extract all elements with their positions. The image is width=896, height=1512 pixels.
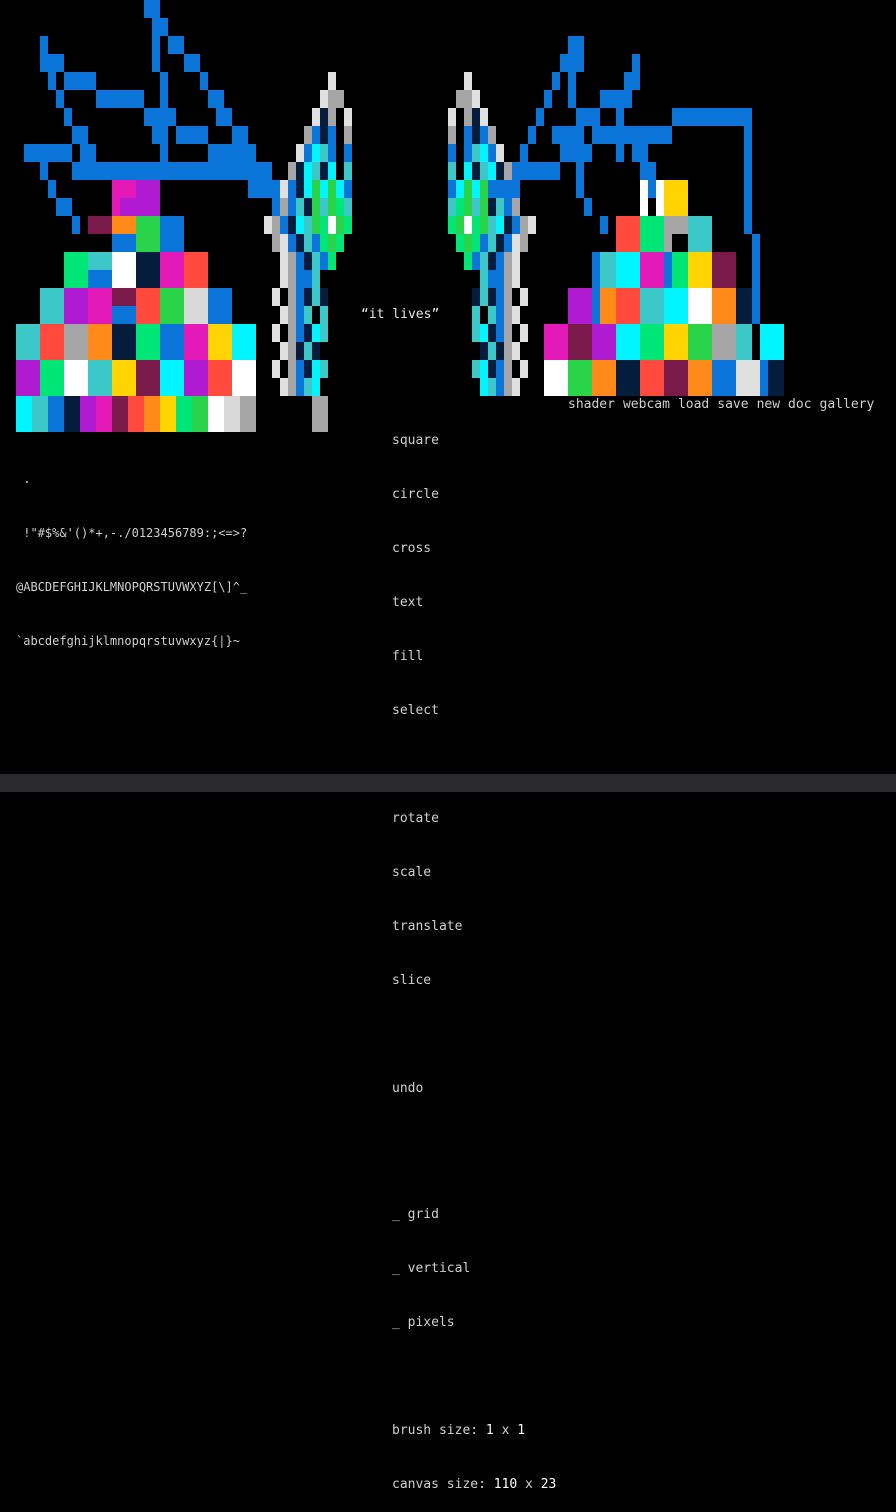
character-palette[interactable]: . !"#$%&'()*+,-./0123456789:;<=>? @ABCDE… (16, 434, 247, 668)
menu-load[interactable]: load (678, 396, 709, 414)
tool-cross[interactable]: cross (392, 540, 556, 558)
toggle-pixels[interactable]: _ pixels (392, 1314, 556, 1332)
menu-new[interactable]: new (757, 396, 780, 414)
canvas-size: canvas size: 110 x 23 (392, 1476, 556, 1494)
tool-translate[interactable]: translate (392, 918, 556, 936)
menu-doc[interactable]: doc (788, 396, 811, 414)
status-bar (0, 774, 896, 792)
undo-button[interactable]: undo (392, 1080, 556, 1098)
tool-text[interactable]: text (392, 594, 556, 612)
tool-circle[interactable]: circle (392, 486, 556, 504)
palette-row[interactable]: !"#$%&'()*+,-./0123456789:;<=>? (16, 524, 247, 542)
ascii-art-canvas[interactable] (0, 0, 896, 440)
brush-width-value[interactable]: 1 (486, 1423, 494, 1438)
left-wing (264, 72, 352, 432)
right-wing (448, 72, 536, 396)
toggle-grid[interactable]: _ grid (392, 1206, 556, 1224)
canvas-size-separator: x (517, 1477, 541, 1492)
tool-square[interactable]: square (392, 432, 556, 450)
menu-webcam[interactable]: webcam (623, 396, 670, 414)
menu-save[interactable]: save (717, 396, 748, 414)
canvas-width-value[interactable]: 110 (494, 1477, 517, 1492)
canvas-size-label: canvas size: (392, 1477, 494, 1492)
menu-shader[interactable]: shader (568, 396, 615, 414)
top-menu: shader webcam load save new doc gallery (568, 396, 874, 414)
left-figure-color-blocks (16, 180, 256, 432)
brush-size-label: brush size: (392, 1423, 486, 1438)
brush-size: brush size: 1 x 1 (392, 1422, 556, 1440)
palette-row[interactable]: `abcdefghijklmnopqrstuvwxyz{|}~ (16, 632, 247, 650)
canvas-height-value[interactable]: 23 (541, 1477, 557, 1492)
brush-height-value[interactable]: 1 (517, 1423, 525, 1438)
tool-rotate[interactable]: rotate (392, 810, 556, 828)
brush-size-separator: x (493, 1423, 518, 1438)
tool-fill[interactable]: fill (392, 648, 556, 666)
menu-gallery[interactable]: gallery (820, 396, 875, 414)
tool-menu: square circle cross text fill select rot… (392, 396, 556, 1512)
toggle-vertical[interactable]: _ vertical (392, 1260, 556, 1278)
tool-slice[interactable]: slice (392, 972, 556, 990)
palette-row[interactable]: . (16, 470, 247, 488)
palette-row[interactable]: @ABCDEFGHIJKLMNOPQRSTUVWXYZ[\]^_ (16, 578, 247, 596)
tool-scale[interactable]: scale (392, 864, 556, 882)
caption-text: “it lives” (361, 307, 440, 322)
tool-select[interactable]: select (392, 702, 556, 720)
